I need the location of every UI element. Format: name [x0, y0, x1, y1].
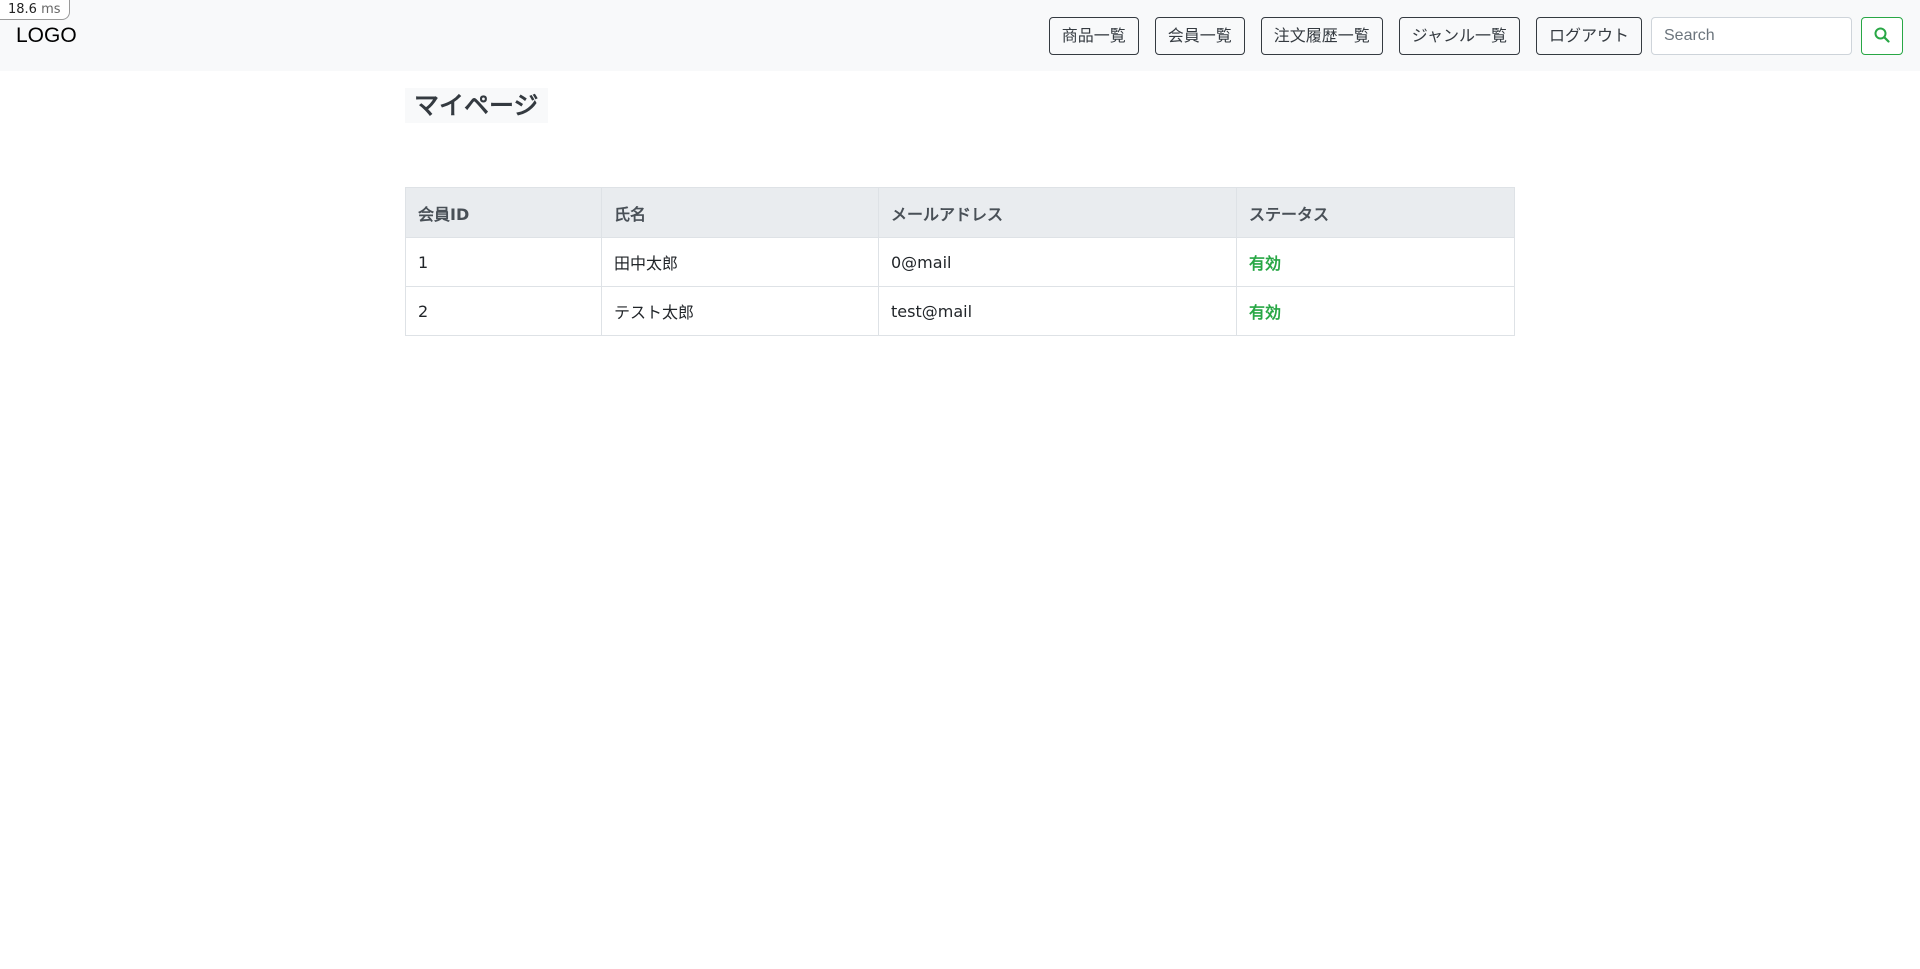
brand-logo[interactable]: LOGO — [16, 22, 77, 50]
logout-button[interactable]: ログアウト — [1535, 17, 1642, 55]
column-header-status: ステータス — [1236, 187, 1515, 238]
search-icon — [1874, 27, 1890, 46]
table-row: 2 テスト太郎 test@mail 有効 — [405, 286, 1515, 336]
members-table: 会員ID 氏名 メールアドレス ステータス 1 田中太郎 0@mail 有効 2… — [405, 187, 1515, 336]
status-badge: 有効 — [1236, 237, 1515, 287]
members-list-button[interactable]: 会員一覧 — [1154, 17, 1245, 55]
table-row: 1 田中太郎 0@mail 有効 — [405, 237, 1515, 287]
search-input[interactable] — [1651, 17, 1852, 55]
cell-name: 田中太郎 — [601, 237, 879, 287]
perf-value: 18.6 — [8, 2, 37, 17]
column-header-email: メールアドレス — [878, 187, 1237, 238]
column-header-member-id: 会員ID — [405, 187, 602, 238]
cell-name: テスト太郎 — [601, 286, 879, 336]
navbar-actions: 商品一覧 会員一覧 注文履歴一覧 ジャンル一覧 ログアウト — [1048, 17, 1903, 55]
table-header-row: 会員ID 氏名 メールアドレス ステータス — [405, 187, 1515, 238]
navbar: LOGO 商品一覧 会員一覧 注文履歴一覧 ジャンル一覧 ログアウト — [0, 0, 1920, 71]
column-header-name: 氏名 — [601, 187, 879, 238]
perf-badge: 18.6 ms — [0, 0, 70, 20]
products-list-button[interactable]: 商品一覧 — [1048, 17, 1139, 55]
perf-unit: ms — [41, 2, 61, 17]
cell-email: test@mail — [878, 286, 1237, 336]
page-title: マイページ — [405, 88, 548, 123]
cell-email: 0@mail — [878, 237, 1237, 287]
status-badge: 有効 — [1236, 286, 1515, 336]
order-history-button[interactable]: 注文履歴一覧 — [1260, 17, 1383, 55]
cell-member-id: 1 — [405, 237, 602, 287]
cell-member-id: 2 — [405, 286, 602, 336]
search-button[interactable] — [1861, 17, 1903, 55]
genres-list-button[interactable]: ジャンル一覧 — [1398, 17, 1520, 55]
